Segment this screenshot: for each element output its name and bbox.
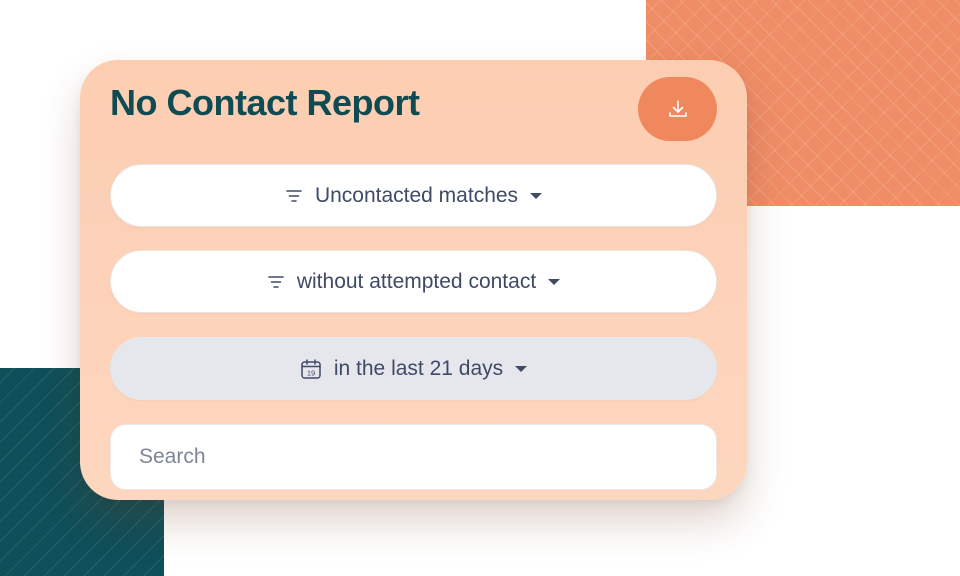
download-icon — [666, 97, 690, 121]
chevron-down-icon — [515, 365, 528, 372]
svg-text:19: 19 — [307, 368, 315, 377]
report-title: No Contact Report — [110, 82, 420, 123]
filter-icon — [285, 189, 303, 203]
report-card: No Contact Report Uncontacted matches wi… — [80, 60, 747, 500]
page: No Contact Report Uncontacted matches wi… — [0, 0, 960, 576]
calendar-icon: 19 — [300, 358, 322, 380]
search-field[interactable] — [110, 424, 717, 490]
filter-uncontacted-matches[interactable]: Uncontacted matches — [110, 164, 717, 227]
filter-label: without attempted contact — [296, 269, 537, 293]
filter-label: Uncontacted matches — [314, 183, 519, 207]
chevron-down-icon — [530, 192, 543, 199]
search-input[interactable] — [111, 425, 716, 489]
filter-label: in the last 21 days — [333, 356, 504, 380]
download-button[interactable] — [638, 77, 717, 141]
filter-date-range[interactable]: 19 in the last 21 days — [110, 337, 717, 400]
chevron-down-icon — [548, 278, 561, 285]
filter-icon — [267, 275, 285, 289]
filter-attempted-contact[interactable]: without attempted contact — [110, 250, 717, 313]
